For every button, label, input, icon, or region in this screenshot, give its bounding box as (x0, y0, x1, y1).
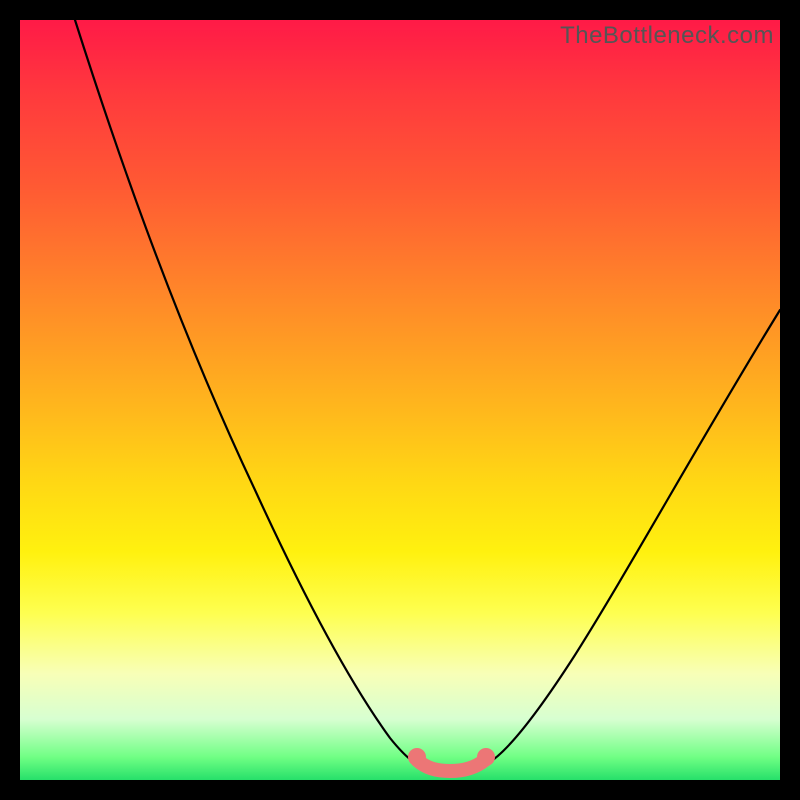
optimal-range-highlight (417, 760, 485, 771)
chart-frame: TheBottleneck.com (0, 0, 800, 800)
highlight-endcap-left (408, 748, 426, 766)
bottleneck-curve-left (75, 20, 420, 766)
bottleneck-curve-right (482, 310, 780, 766)
highlight-endcap-right (477, 748, 495, 766)
chart-svg (20, 20, 780, 780)
